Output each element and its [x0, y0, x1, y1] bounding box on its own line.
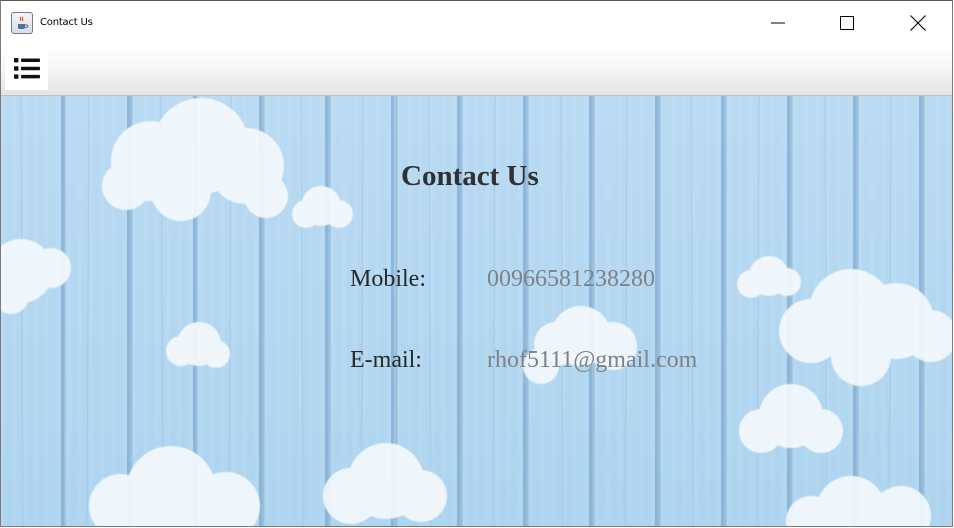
minimize-icon	[771, 22, 785, 24]
list-menu-icon	[14, 58, 40, 79]
contact-panel: Contact Us Mobile: 00966581238280 E-mail…	[1, 96, 952, 526]
minimize-button[interactable]	[755, 1, 801, 45]
toolbar	[1, 45, 952, 96]
page-title: Contact Us	[401, 160, 539, 192]
close-button[interactable]	[895, 1, 941, 45]
menu-button[interactable]	[5, 47, 48, 90]
email-value: rhof5111@gmail.com	[487, 347, 698, 373]
title-bar[interactable]: Contact Us	[1, 1, 952, 45]
close-icon	[910, 15, 926, 31]
email-label: E-mail:	[350, 347, 422, 373]
java-coffee-icon[interactable]	[11, 12, 33, 34]
application-window: Contact Us Contact Us Mobile: 0096658123…	[0, 0, 953, 527]
mobile-value: 00966581238280	[487, 266, 655, 292]
maximize-button[interactable]	[824, 1, 870, 45]
window-title: Contact Us	[40, 17, 93, 28]
mobile-label: Mobile:	[350, 266, 426, 292]
maximize-icon	[840, 16, 854, 30]
